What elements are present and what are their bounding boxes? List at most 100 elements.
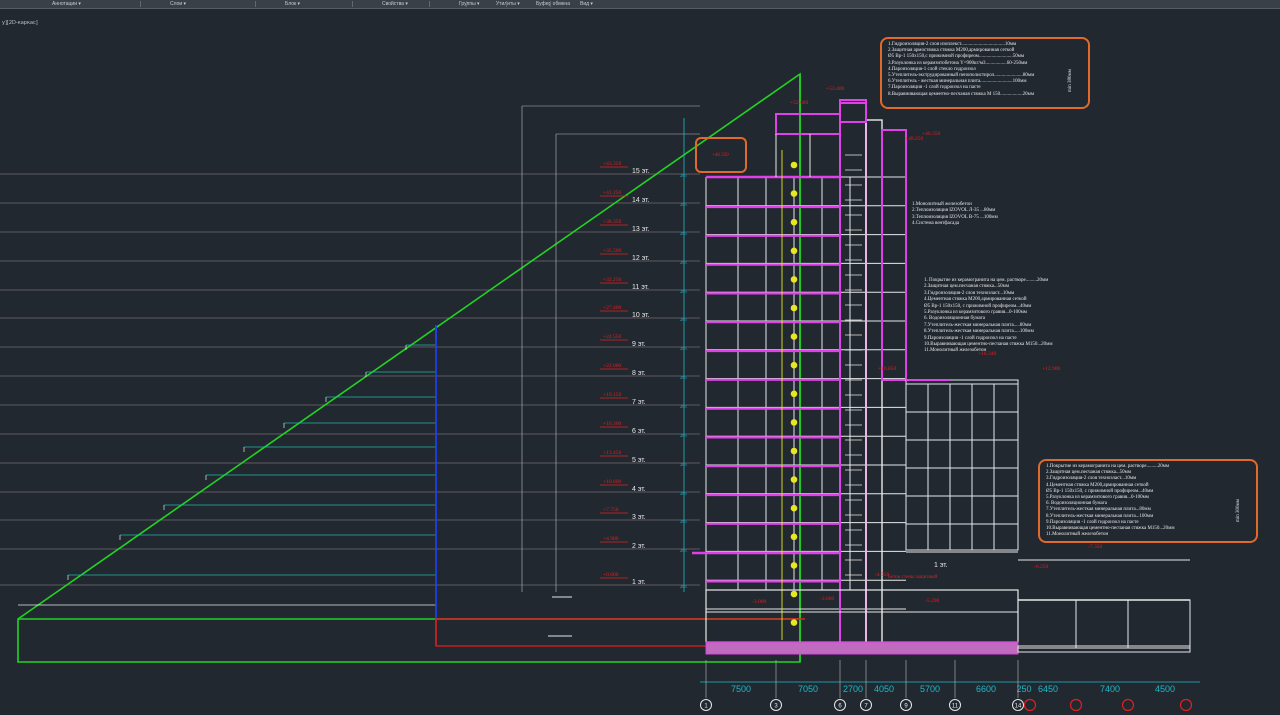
floor-label: 6 эт. [632,428,646,435]
floor-label: 1 эт. [632,579,646,586]
grid-axis-bubble-red [1023,698,1037,712]
grid-dimension-label: 4500 [1155,684,1175,694]
garage [1017,599,1191,649]
parking-level [705,589,1019,643]
terrace-note-line: 8.Утеплитель-жесткая минеральная плита..… [924,329,1034,335]
grid-axis-label: 9 [904,704,908,710]
floor-label: 13 эт. [632,226,650,233]
floor-label: 7 эт. [632,399,646,406]
grid-dimension-label: 7500 [731,684,751,694]
stylobate-spec-note: 1.Покрытие из керамогранита на цем. раст… [1038,459,1258,543]
yellow-marker [790,247,798,255]
yellow-marker [790,218,798,226]
garage-floor [1017,645,1191,653]
grid-dimension-label: 6600 [976,684,996,694]
wall-note-line: 4.Система вентфасада [912,221,960,227]
lift-shaft [865,119,883,651]
elevation-label: +41.250 [603,190,621,196]
floor-label: 10 эт. [632,312,650,319]
low-elevation-label: -7.350 [1088,544,1102,550]
roof-structure [775,113,841,135]
top-elevation-label: +52.600 [790,100,808,106]
yellow-marker [790,276,798,283]
grid-axis-label: 7 [864,704,868,710]
low-elevation-label: -3.600 [820,596,834,602]
low-elevation-label: -5.200 [925,598,939,604]
floor-label: 3 эт. [632,514,646,521]
yellow-marker [790,447,798,455]
yellow-marker [790,304,798,312]
grid-dimension-label: 7400 [1100,684,1120,694]
wall-spec-note: 1.Монолитный железобетон 2.Теплоизоляция … [912,202,998,228]
floor-label: 5 эт. [632,457,646,464]
elevation-label: +4.900 [603,536,619,542]
yellow-marker [790,533,798,541]
roof-thickness-label: min 380мм [1068,69,1073,92]
roof-spec-note: 1.Гидроизоляция-2 слоя изоплекст........… [880,37,1090,109]
green-triangle [17,72,801,663]
grid-dimension-label: 5700 [920,684,940,694]
grid-axis-bubble-red [1121,698,1135,712]
terrace-note-line: 11.Монолитный железобетон [924,348,987,354]
grid-axis-label: 11 [952,704,959,710]
top-elevation-label: +46.350 [922,131,940,137]
top-elevation-label: +53.400 [826,86,844,92]
grid-dimension-label: 6450 [1038,684,1058,694]
mid-elevation-label: +10.850 [878,366,896,372]
elevation-label: +32.250 [603,277,621,283]
floor-label: 14 эт. [632,197,650,204]
low-elevation-label: -3.000 [752,599,766,605]
floor-label: 8 эт. [632,370,646,377]
elevation-label: +10.600 [603,479,621,485]
grid-axis-label: 3 [774,704,778,710]
yellow-marker [790,419,798,426]
right-floor-label: 1 эт. [934,562,948,569]
floor-label: 15 эт. [632,168,650,175]
grid-axis-label: 1 [704,704,708,710]
floor-label: 4 эт. [632,486,646,493]
wall-note-line: 2.Теплоизоляция IZOVOL Л-35 ...80мм [912,208,996,214]
roof-note-line: 8.Выравнивающая цементно-песчаная стяжка… [888,91,1034,97]
low-elevation-label: -6.250 [1034,564,1048,570]
elevation-label: +35.500 [603,248,621,254]
elevation-label: +27.400 [603,305,621,311]
drawing-canvas[interactable]: 15 эт.+43.35028514 эт.+41.25028513 эт.+3… [0,0,1280,715]
mid-elevation-label: +12.900 [1042,366,1060,372]
top-elevation-label: +48.250 [905,136,923,142]
floor-label: 9 эт. [632,341,646,348]
elevation-label: +24.550 [603,334,621,340]
core-right-wall [881,129,907,381]
grid-dimension-label: 250 [1016,684,1031,694]
concrete-wall-note: Бетон стены защитный [888,575,937,580]
grid-axis-bubble-red [1179,698,1193,712]
foundation-slab [705,641,1019,655]
yellow-marker [790,504,798,512]
yellow-marker [790,190,798,197]
stylobate-note-line: 11.Монолитный железобетон [1046,532,1109,538]
elevation-label: +7.750 [603,507,619,513]
yellow-marker [790,562,798,569]
yellow-marker [790,333,798,340]
highlight-elevation: +46.350 [712,153,729,158]
grid-dimension-label: 2700 [843,684,863,694]
floor-label: 2 эт. [632,543,646,550]
grid-axis-bubble-red [1069,698,1083,712]
elevation-label: +13.450 [603,450,621,456]
yellow-marker [790,476,798,483]
yellow-marker [790,361,798,369]
elevation-label: +38.350 [603,219,621,225]
floor-label: 11 эт. [632,284,649,291]
yellow-marker [790,390,798,398]
grid-dimension-label: 7050 [798,684,818,694]
elevation-label: +22.000 [603,363,621,369]
yellow-marker [790,161,798,169]
floor-label: 12 эт. [632,255,650,262]
grid-dimension-label: 4050 [874,684,894,694]
elevation-label: +43.350 [603,161,621,167]
terrace-spec-note: 1. Покрытие из керамогранита на цем. рас… [924,278,1052,355]
yellow-marker [790,619,798,626]
elevation-label: +0.000 [603,572,619,578]
grid-axis-label: 6 [838,704,842,710]
yellow-marker [790,590,798,598]
elevation-label: +19.150 [603,392,621,398]
